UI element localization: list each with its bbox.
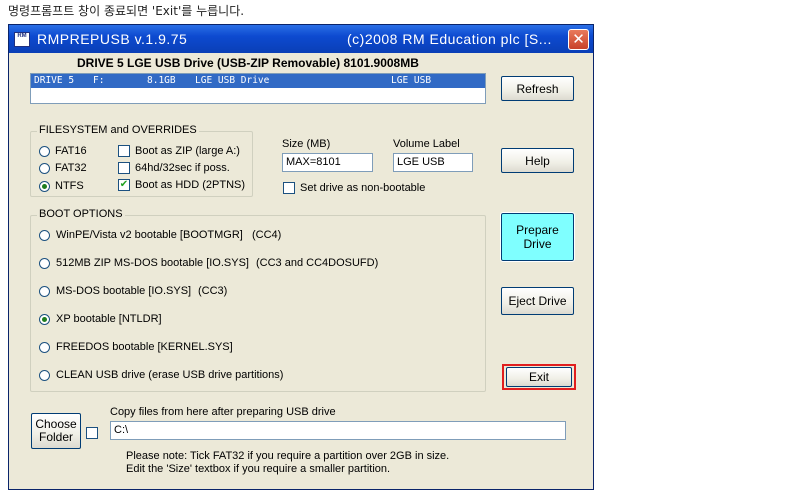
close-icon: ✕ [572,30,585,48]
boot-freedos-radio[interactable] [39,342,50,353]
boot-xp-radio[interactable] [39,314,50,325]
boot-winpe-note: (CC4) [252,229,282,241]
drive-volume-label: LGE USB [391,75,432,86]
app-icon: RM [14,32,30,47]
boot-options-group: BOOT OPTIONS [30,208,486,392]
drive-list[interactable]: DRIVE 5 F: 8.1GB LGE USB Drive LGE USB [30,73,486,104]
drive-heading: DRIVE 5 LGE USB Drive (USB-ZIP Removable… [77,56,419,70]
boot-msdos-note: (CC3) [198,285,228,297]
page-caption: 명령프롬프트 창이 종료되면 'Exit'를 누릅니다. [8,4,245,18]
volume-label-label: Volume Label [393,138,460,150]
boot-as-hdd-checkbox[interactable]: ✔ [118,179,130,191]
refresh-button[interactable]: Refresh [501,76,574,101]
fat16-radio[interactable] [39,146,50,157]
filesystem-legend: FILESYSTEM and OVERRIDES [37,124,199,136]
boot-512mb-zip-radio[interactable] [39,258,50,269]
boot-512mb-zip-note: (CC3 and CC4DOSUFD) [256,257,379,269]
boot-as-zip-checkbox[interactable] [118,145,130,157]
eject-drive-label: Eject Drive [508,294,567,308]
boot-msdos-label: MS-DOS bootable [IO.SYS] [56,285,192,297]
size-input[interactable]: MAX=8101 [282,153,373,172]
prepare-drive-button[interactable]: Prepare Drive [500,212,575,262]
prepare-drive-label: Prepare Drive [516,223,559,251]
boot-freedos-label: FREEDOS bootable [KERNEL.SYS] [56,341,233,353]
64hd-checkbox[interactable] [118,162,130,174]
copy-path-input[interactable]: C:\ [110,421,566,440]
help-button-label: Help [525,153,550,168]
fat16-label: FAT16 [55,145,87,157]
copy-files-label: Copy files from here after preparing USB… [110,406,336,418]
boot-winpe-radio[interactable] [39,230,50,241]
exit-button-label: Exit [528,370,549,384]
note-line-2: Edit the 'Size' textbox if you require a… [126,463,391,475]
choose-folder-label-line2: Folder [38,430,73,444]
ntfs-label: NTFS [55,180,84,192]
non-bootable-checkbox[interactable] [283,182,295,194]
refresh-button-label: Refresh [516,81,559,96]
boot-512mb-zip-label: 512MB ZIP MS-DOS bootable [IO.SYS] [56,257,249,269]
64hd-label: 64hd/32sec if poss. [135,162,230,174]
rmprepusb-window: RM RMPREPUSB v.1.9.75 (c)2008 RM Educati… [8,24,594,490]
fat32-label: FAT32 [55,162,87,174]
note-line-1: Please note: Tick FAT32 if you require a… [126,450,450,462]
drive-number: DRIVE 5 [34,75,75,86]
boot-clean-label: CLEAN USB drive (erase USB drive partiti… [56,369,284,381]
close-button[interactable]: ✕ [568,29,589,50]
title-bar[interactable]: RM RMPREPUSB v.1.9.75 (c)2008 RM Educati… [9,25,593,53]
volume-label-input[interactable]: LGE USB [393,153,473,172]
exit-button[interactable]: Exit [506,367,572,387]
size-label: Size (MB) [282,138,331,150]
non-bootable-label: Set drive as non-bootable [300,182,426,194]
help-button[interactable]: Help [501,148,574,173]
eject-drive-button[interactable]: Eject Drive [501,287,574,315]
boot-msdos-radio[interactable] [39,286,50,297]
boot-xp-label: XP bootable [NTLDR] [56,313,162,325]
boot-clean-radio[interactable] [39,370,50,381]
ntfs-radio[interactable] [39,181,50,192]
boot-as-hdd-label: Boot as HDD (2PTNS) [135,179,246,191]
window-title: RMPREPUSB v.1.9.75 [37,31,188,47]
copy-files-checkbox[interactable] [86,427,98,439]
drive-size: 8.1GB [147,75,176,86]
check-mark-icon: ✔ [119,179,129,190]
drive-name: LGE USB Drive [195,75,270,86]
drive-letter: F: [93,75,105,86]
fat32-radio[interactable] [39,163,50,174]
boot-as-zip-label: Boot as ZIP (large A:) [135,145,240,157]
boot-options-legend: BOOT OPTIONS [37,208,125,220]
window-title-copyright: (c)2008 RM Education plc [S... [347,31,552,47]
choose-folder-button[interactable]: Choose Folder [31,413,81,449]
boot-winpe-label: WinPE/Vista v2 bootable [BOOTMGR] [56,229,243,241]
drive-list-item[interactable]: DRIVE 5 F: 8.1GB LGE USB Drive LGE USB [31,74,485,88]
